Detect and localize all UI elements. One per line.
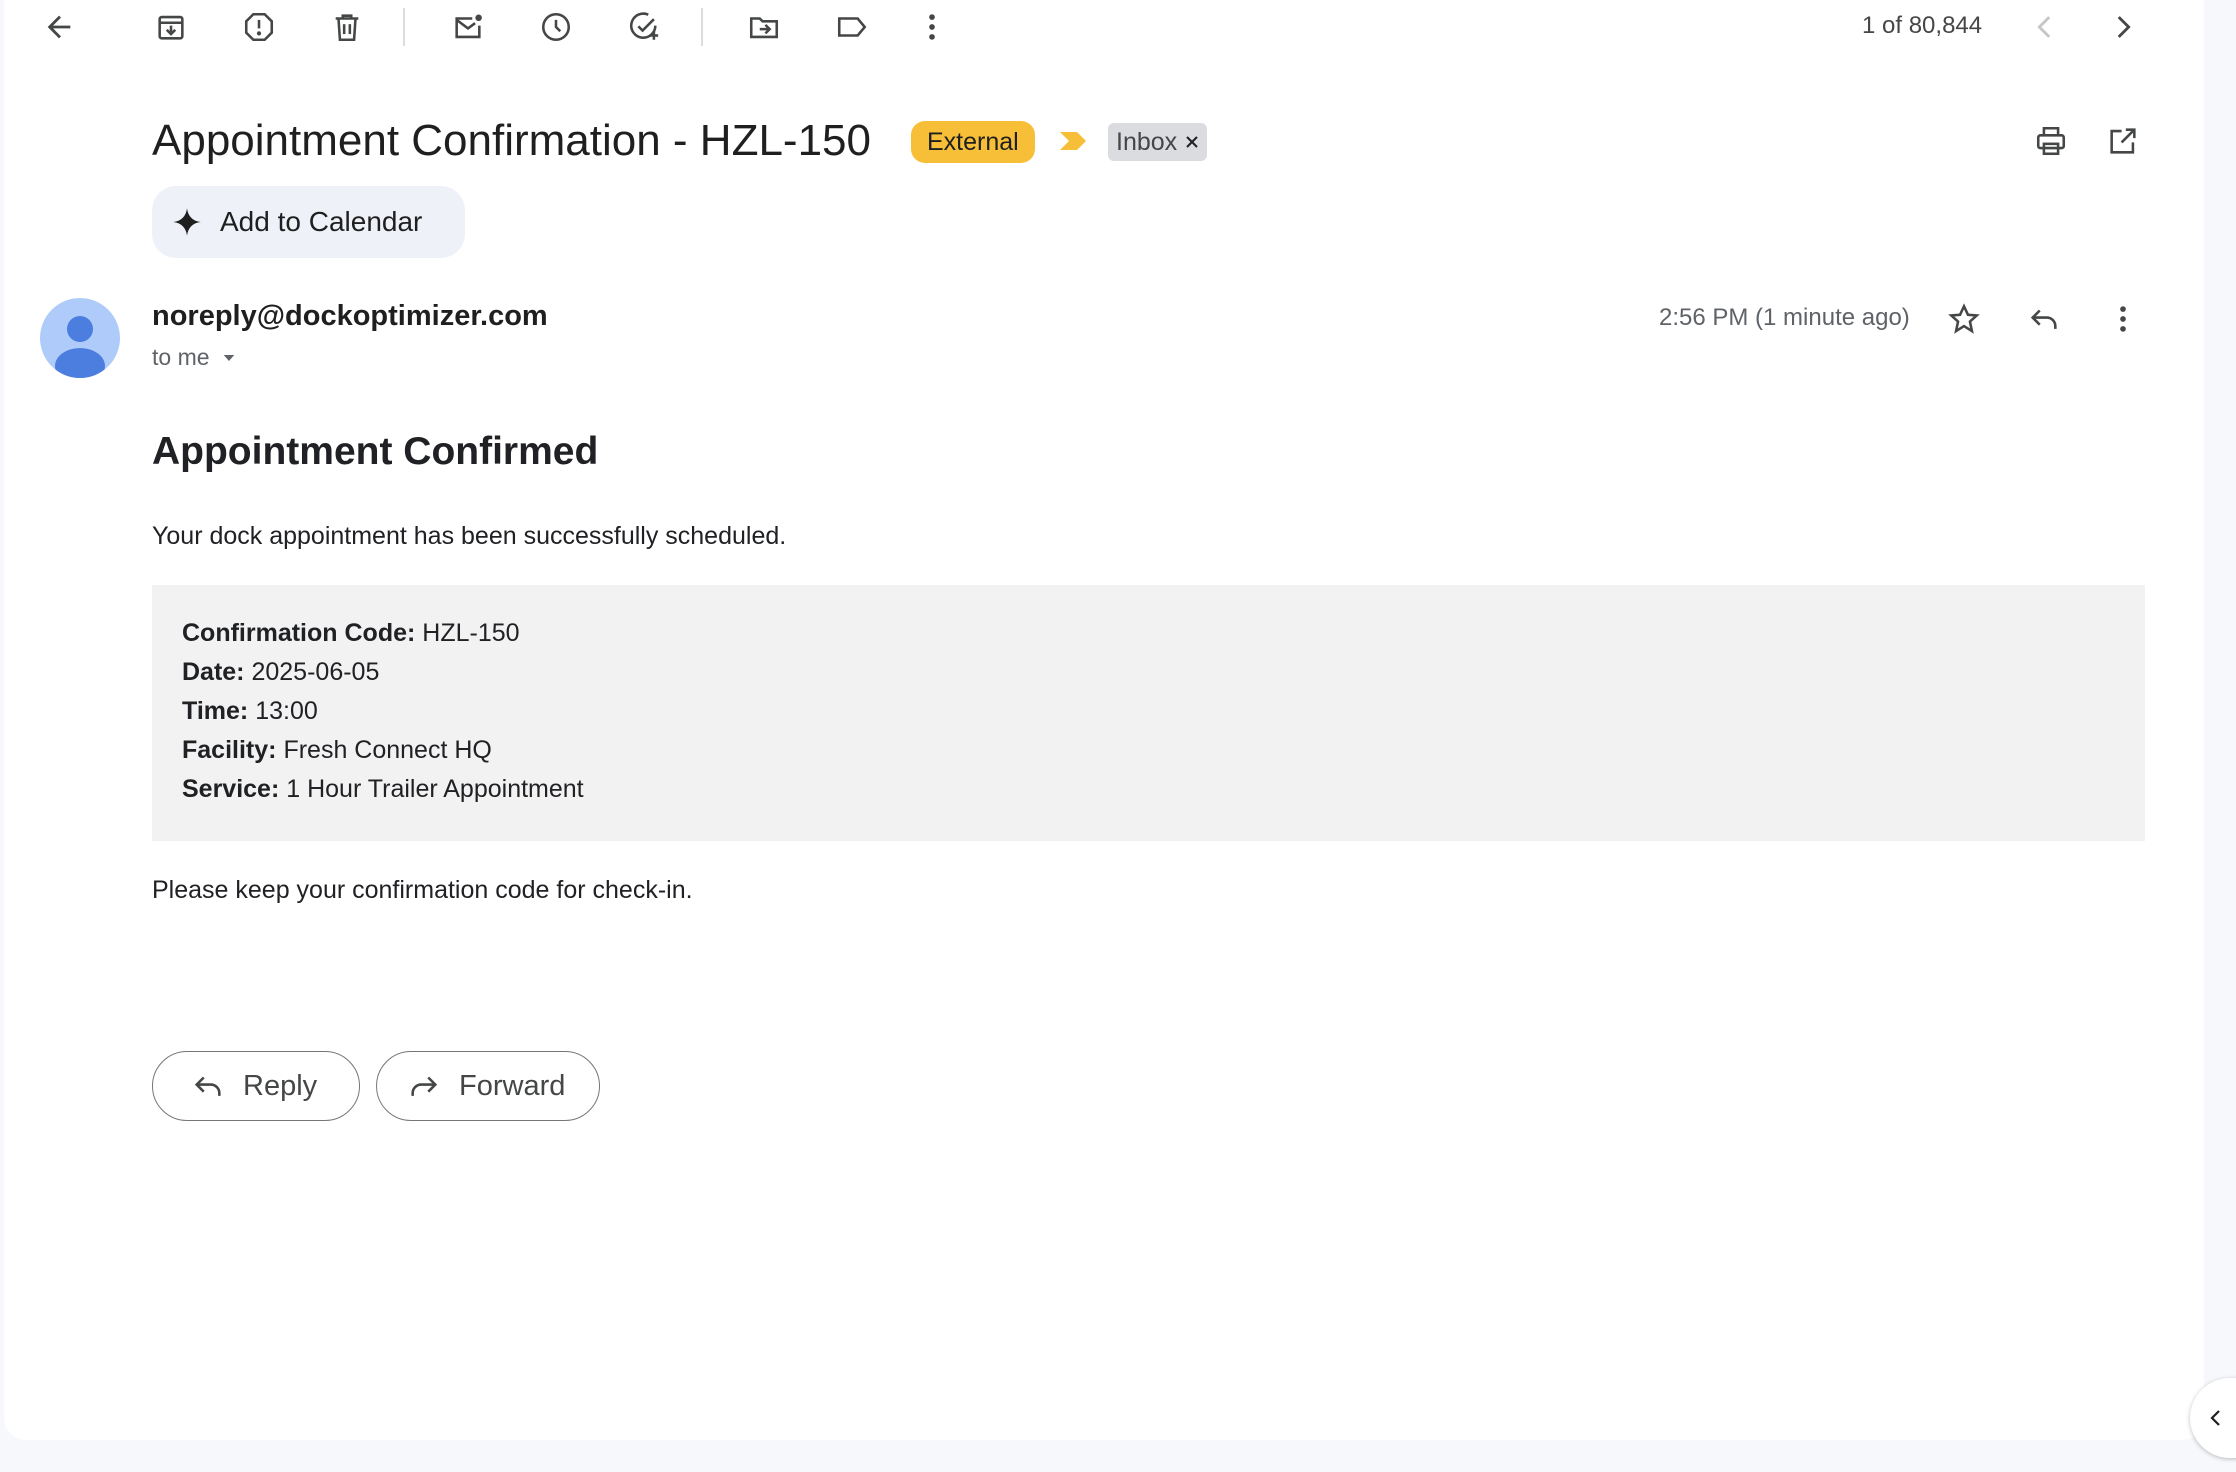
detail-service: Service: 1 Hour Trailer Appointment xyxy=(182,775,584,803)
open-new-window-icon[interactable] xyxy=(2100,118,2146,164)
appointment-details-box: Confirmation Code: HZL-150 Date: 2025-06… xyxy=(152,585,2145,841)
body-heading: Appointment Confirmed xyxy=(152,430,599,473)
body-intro: Your dock appointment has been successfu… xyxy=(152,522,787,550)
email-subject: Appointment Confirmation - HZL-150 xyxy=(152,116,871,165)
toolbar-divider xyxy=(403,8,405,46)
more-vert-icon[interactable] xyxy=(909,4,955,50)
detail-time: Time: 13:00 xyxy=(182,697,318,725)
message-more-icon[interactable] xyxy=(2100,296,2146,342)
reply-label: Reply xyxy=(243,1069,318,1102)
inbox-label-badge: Inbox xyxy=(1108,123,1208,161)
recipient-line: to me xyxy=(152,344,238,371)
back-arrow-icon[interactable] xyxy=(36,4,82,50)
chevron-left-icon[interactable] xyxy=(2022,4,2068,50)
reply-button[interactable]: Reply xyxy=(152,1051,360,1121)
detail-date: Date: 2025-06-05 xyxy=(182,658,380,686)
add-task-icon[interactable] xyxy=(621,4,667,50)
message-timestamp: 2:56 PM (1 minute ago) xyxy=(1659,304,1910,331)
delete-icon[interactable] xyxy=(324,4,370,50)
forward-arrow-icon xyxy=(411,1076,438,1096)
add-to-calendar-button[interactable]: Add to Calendar xyxy=(152,186,465,258)
recipient-label: to me xyxy=(152,344,210,370)
sender-address[interactable]: noreply@dockoptimizer.com xyxy=(152,300,548,333)
inbox-label-text: Inbox xyxy=(1116,128,1178,156)
star-icon[interactable] xyxy=(1941,296,1987,342)
report-spam-icon[interactable] xyxy=(236,4,282,50)
reply-icon[interactable] xyxy=(2021,296,2067,342)
external-label-badge: External xyxy=(911,121,1035,163)
avatar[interactable] xyxy=(40,298,120,378)
chevron-right-icon[interactable] xyxy=(2100,4,2146,50)
labels-icon[interactable] xyxy=(829,4,875,50)
chevron-left-icon xyxy=(2210,1410,2220,1426)
toolbar-divider xyxy=(701,8,703,46)
chevron-down-icon[interactable] xyxy=(220,349,238,367)
importance-marker-icon[interactable] xyxy=(1058,130,1088,157)
reply-arrow-icon xyxy=(194,1076,221,1096)
sparkle-icon xyxy=(173,208,201,236)
move-to-icon[interactable] xyxy=(741,4,787,50)
archive-icon[interactable] xyxy=(148,4,194,50)
email-view-panel: 1 of 80,844 Appointment Confirmation - H… xyxy=(4,0,2204,1440)
body-outro: Please keep your confirmation code for c… xyxy=(152,876,693,904)
message-counter: 1 of 80,844 xyxy=(1862,12,1983,39)
add-to-calendar-label: Add to Calendar xyxy=(220,206,423,237)
snooze-icon[interactable] xyxy=(533,4,579,50)
forward-button[interactable]: Forward xyxy=(376,1051,600,1121)
print-icon[interactable] xyxy=(2028,118,2074,164)
detail-facility: Facility: Fresh Connect HQ xyxy=(182,736,492,764)
detail-confirmation-code: Confirmation Code: HZL-150 xyxy=(182,619,520,647)
forward-label: Forward xyxy=(459,1069,566,1102)
remove-label-icon[interactable] xyxy=(1177,134,1207,150)
mark-unread-icon[interactable] xyxy=(445,4,491,50)
